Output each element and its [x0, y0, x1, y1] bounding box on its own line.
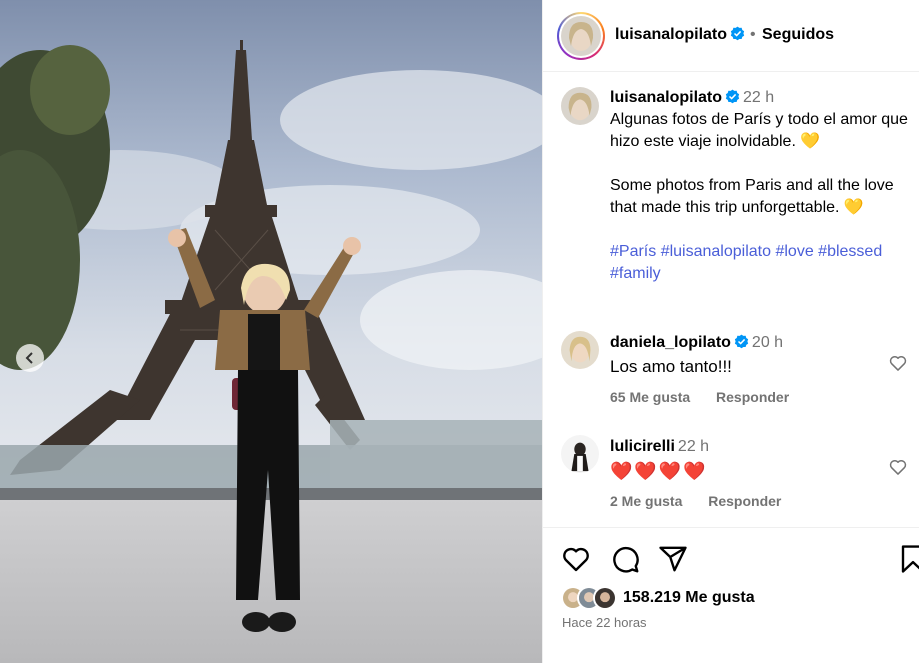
comment-text: Los amo tanto!!! — [610, 357, 732, 376]
yellow-heart-emoji: 💛 — [800, 133, 821, 150]
reply-button[interactable]: Responder — [708, 493, 781, 509]
post-side-panel: luisanalopilato • Seguidos luisanalopila… — [542, 0, 919, 663]
commenter-avatar[interactable] — [561, 435, 599, 473]
verified-badge-icon — [734, 334, 749, 349]
comment-body: lulicirelli 22 h ❤️❤️❤️❤️ — [610, 435, 870, 483]
comment-time: 20 h — [751, 334, 784, 351]
hashtag-luisanalopilato[interactable]: #luisanalopilato — [661, 243, 771, 260]
comment-likes-count[interactable]: 65 Me gusta — [610, 389, 690, 405]
author-username-text[interactable]: luisanalopilato — [615, 26, 727, 43]
author-avatar[interactable] — [557, 12, 605, 60]
post-header: luisanalopilato • Seguidos — [543, 0, 919, 72]
comment-item: lulicirelli 22 h ❤️❤️❤️❤️ 2 Me gusta Resp… — [561, 435, 916, 515]
caption-author-avatar[interactable] — [561, 87, 599, 125]
carousel-prev-button[interactable] — [16, 344, 44, 372]
caption-spanish-text: Algunas fotos de París y todo el amor qu… — [610, 111, 908, 150]
comment-meta: 65 Me gusta Responder — [610, 389, 811, 405]
comments-scroll-area[interactable]: luisanalopilato 22 h Algunas fotos de Par… — [543, 73, 919, 527]
likes-count[interactable]: 158.219 Me gusta — [623, 589, 755, 607]
paper-plane-icon[interactable] — [658, 544, 688, 574]
hashtag-blessed[interactable]: #blessed — [818, 243, 882, 260]
bookmark-icon[interactable] — [898, 544, 919, 574]
author-avatar-image — [561, 16, 601, 56]
comment-time: 22 h — [677, 438, 710, 455]
comment-item: daniela_lopilato 20 h Los amo tanto!!! 65… — [561, 331, 916, 411]
comment-bubble-icon[interactable] — [610, 544, 640, 574]
comment-body: daniela_lopilato 20 h Los amo tanto!!! — [610, 331, 870, 379]
comment-text: ❤️❤️❤️❤️ — [610, 461, 708, 481]
hashtag-love[interactable]: #love — [775, 243, 813, 260]
caption-hashtags: #París #luisanalopilato #love #blessed #… — [610, 241, 910, 285]
hashtag-paris[interactable]: #París — [610, 243, 656, 260]
comment-username[interactable]: lulicirelli — [610, 438, 675, 455]
likes-summary[interactable]: 158.219 Me gusta — [561, 584, 755, 612]
following-button[interactable]: Seguidos — [762, 26, 834, 44]
author-username[interactable]: luisanalopilato — [615, 26, 745, 44]
post-timestamp: Hace 22 horas — [562, 615, 647, 630]
liker-avatar — [593, 586, 617, 610]
heart-outline-icon[interactable] — [888, 353, 908, 373]
caption-time: 22 h — [743, 89, 775, 106]
header-separator: • — [750, 26, 756, 43]
comment-username[interactable]: daniela_lopilato — [610, 334, 731, 351]
comment-likes-count[interactable]: 2 Me gusta — [610, 493, 682, 509]
reply-button[interactable]: Responder — [716, 389, 789, 405]
caption-english: Some photos from Paris and all the love … — [610, 175, 910, 219]
caption-spanish: Algunas fotos de París y todo el amor qu… — [610, 109, 910, 153]
post-actions: 158.219 Me gusta Hace 22 horas — [543, 527, 919, 663]
eiffel-tower-photo — [0, 0, 542, 663]
verified-badge-icon — [730, 26, 745, 41]
heart-outline-icon[interactable] — [561, 544, 591, 574]
heart-outline-icon[interactable] — [888, 457, 908, 477]
hashtag-family[interactable]: #family — [610, 265, 661, 282]
commenter-avatar[interactable] — [561, 331, 599, 369]
caption-text: luisanalopilato 22 h Algunas fotos de Par… — [610, 87, 910, 285]
chevron-left-icon — [25, 352, 33, 364]
caption-username[interactable]: luisanalopilato — [610, 89, 722, 106]
verified-badge-icon — [725, 89, 740, 104]
post-photo[interactable] — [0, 0, 542, 663]
yellow-heart-emoji: 💛 — [843, 199, 864, 216]
comment-meta: 2 Me gusta Responder — [610, 493, 803, 509]
